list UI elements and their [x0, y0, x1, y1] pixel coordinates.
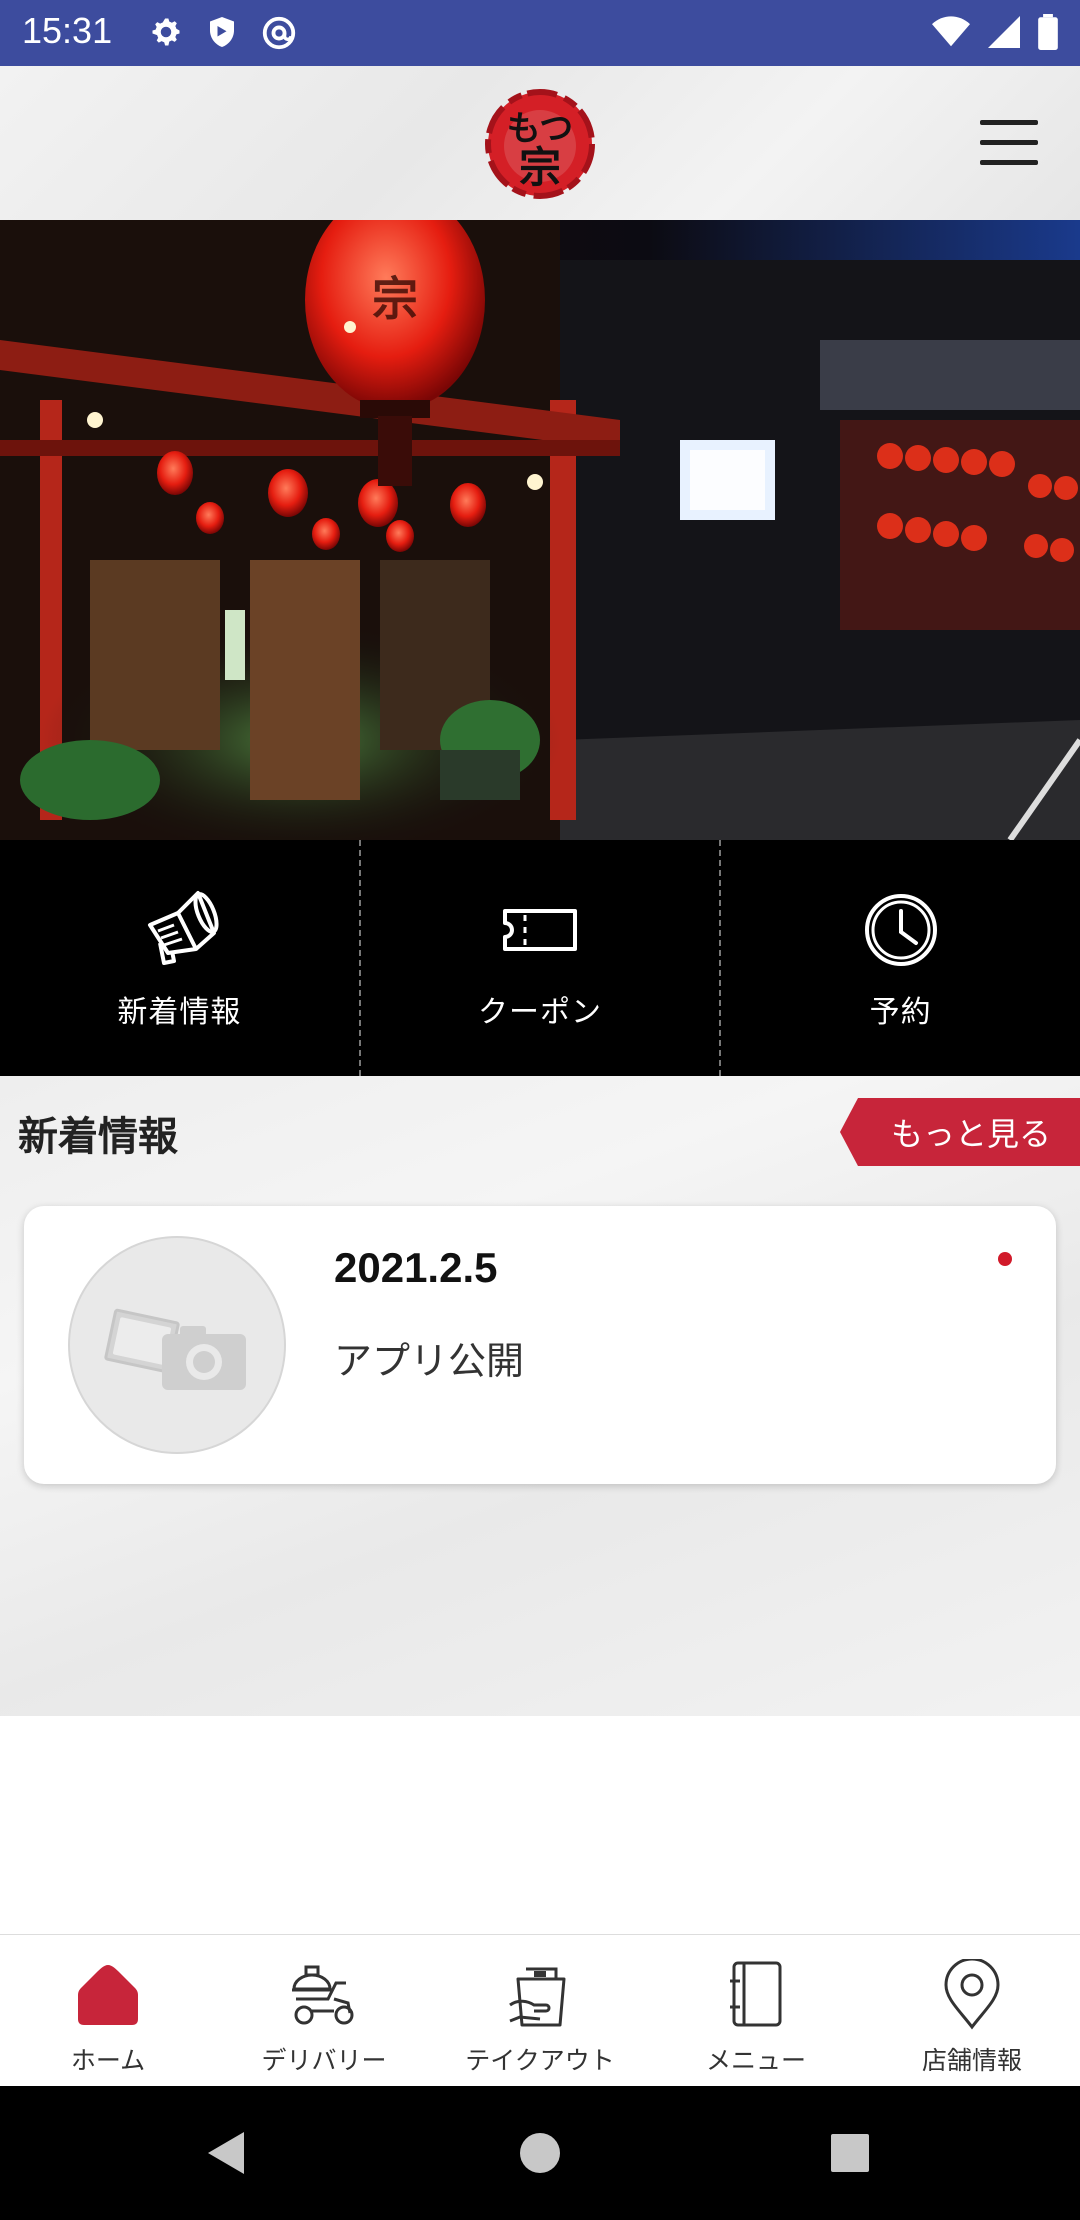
quick-nav-news[interactable]: 新着情報	[0, 840, 359, 1076]
bottom-nav-takeout[interactable]: テイクアウト	[432, 1935, 648, 2086]
app-header: もつ 宗	[0, 66, 1080, 220]
ticket-icon	[503, 909, 577, 951]
hero-image: 宗	[0, 220, 1080, 840]
bottom-nav-store-info-label: 店舗情報	[921, 2046, 1022, 2075]
menu-book-icon	[730, 1961, 782, 2027]
hamburger-menu-button[interactable]	[980, 120, 1038, 166]
home-circle-icon[interactable]	[518, 2128, 562, 2178]
bottom-nav: ホーム デリバリー テイクアウト メニュー 店舗情報	[0, 1934, 1080, 2086]
at-sync-icon	[262, 16, 296, 50]
news-text: アプリ公開	[334, 1339, 525, 1383]
news-section: 新着情報 もっと見る 2021.2.5 アプリ公開	[0, 1076, 1080, 1716]
delivery-scooter-icon	[292, 1965, 354, 2025]
news-card[interactable]: 2021.2.5 アプリ公開	[24, 1206, 1056, 1484]
shield-icon	[210, 17, 234, 47]
quick-nav: 新着情報 クーポン 予約	[0, 840, 1080, 1076]
wifi-icon	[932, 16, 970, 47]
back-icon[interactable]	[202, 2128, 248, 2178]
logo: もつ 宗	[485, 89, 595, 199]
section-title: 新着情報	[18, 1114, 178, 1160]
storefront-photo: 宗	[0, 220, 1080, 840]
location-pin-icon	[944, 1959, 1000, 2030]
bottom-nav-takeout-label: テイクアウト	[465, 2046, 615, 2075]
takeout-bag-icon	[509, 1967, 566, 2027]
bottom-nav-menu-label: メニュー	[705, 2046, 806, 2075]
megaphone-icon	[148, 891, 219, 965]
bottom-nav-home[interactable]: ホーム	[0, 1935, 216, 2086]
quick-nav-coupon-label: クーポン	[478, 995, 602, 1030]
hamburger-icon	[980, 120, 1038, 125]
signal-icon	[988, 16, 1020, 48]
clock-icon	[864, 894, 937, 966]
news-thumbnail	[68, 1236, 286, 1454]
recents-square-icon[interactable]	[828, 2128, 872, 2178]
svg-text:宗: 宗	[372, 272, 418, 326]
quick-nav-reservation[interactable]: 予約	[719, 840, 1080, 1076]
status-bar: 15:31	[0, 0, 1080, 66]
quick-nav-news-label: 新着情報	[117, 995, 242, 1030]
system-navigation-bar	[0, 2086, 1080, 2220]
battery-icon	[1038, 14, 1058, 50]
bottom-nav-home-label: ホーム	[70, 2046, 146, 2075]
bottom-nav-store-info[interactable]: 店舗情報	[864, 1935, 1080, 2086]
bottom-nav-menu[interactable]: メニュー	[648, 1935, 864, 2086]
bottom-nav-delivery[interactable]: デリバリー	[216, 1935, 432, 2086]
quick-nav-coupon[interactable]: クーポン	[358, 840, 720, 1076]
news-date: 2021.2.5	[334, 1244, 498, 1291]
home-icon	[78, 1965, 138, 2025]
bottom-nav-delivery-label: デリバリー	[261, 2046, 387, 2075]
status-icons-right	[932, 14, 1058, 50]
unread-indicator	[998, 1252, 1012, 1266]
logo-text-bottom: 宗	[519, 143, 561, 192]
gear-icon	[152, 18, 180, 46]
see-more-button[interactable]: もっと見る	[840, 1098, 1080, 1166]
photo-placeholder-icon	[104, 1308, 246, 1390]
quick-nav-reservation-label: 予約	[869, 995, 932, 1030]
status-icons-left	[148, 14, 298, 52]
status-time: 15:31	[22, 10, 113, 51]
